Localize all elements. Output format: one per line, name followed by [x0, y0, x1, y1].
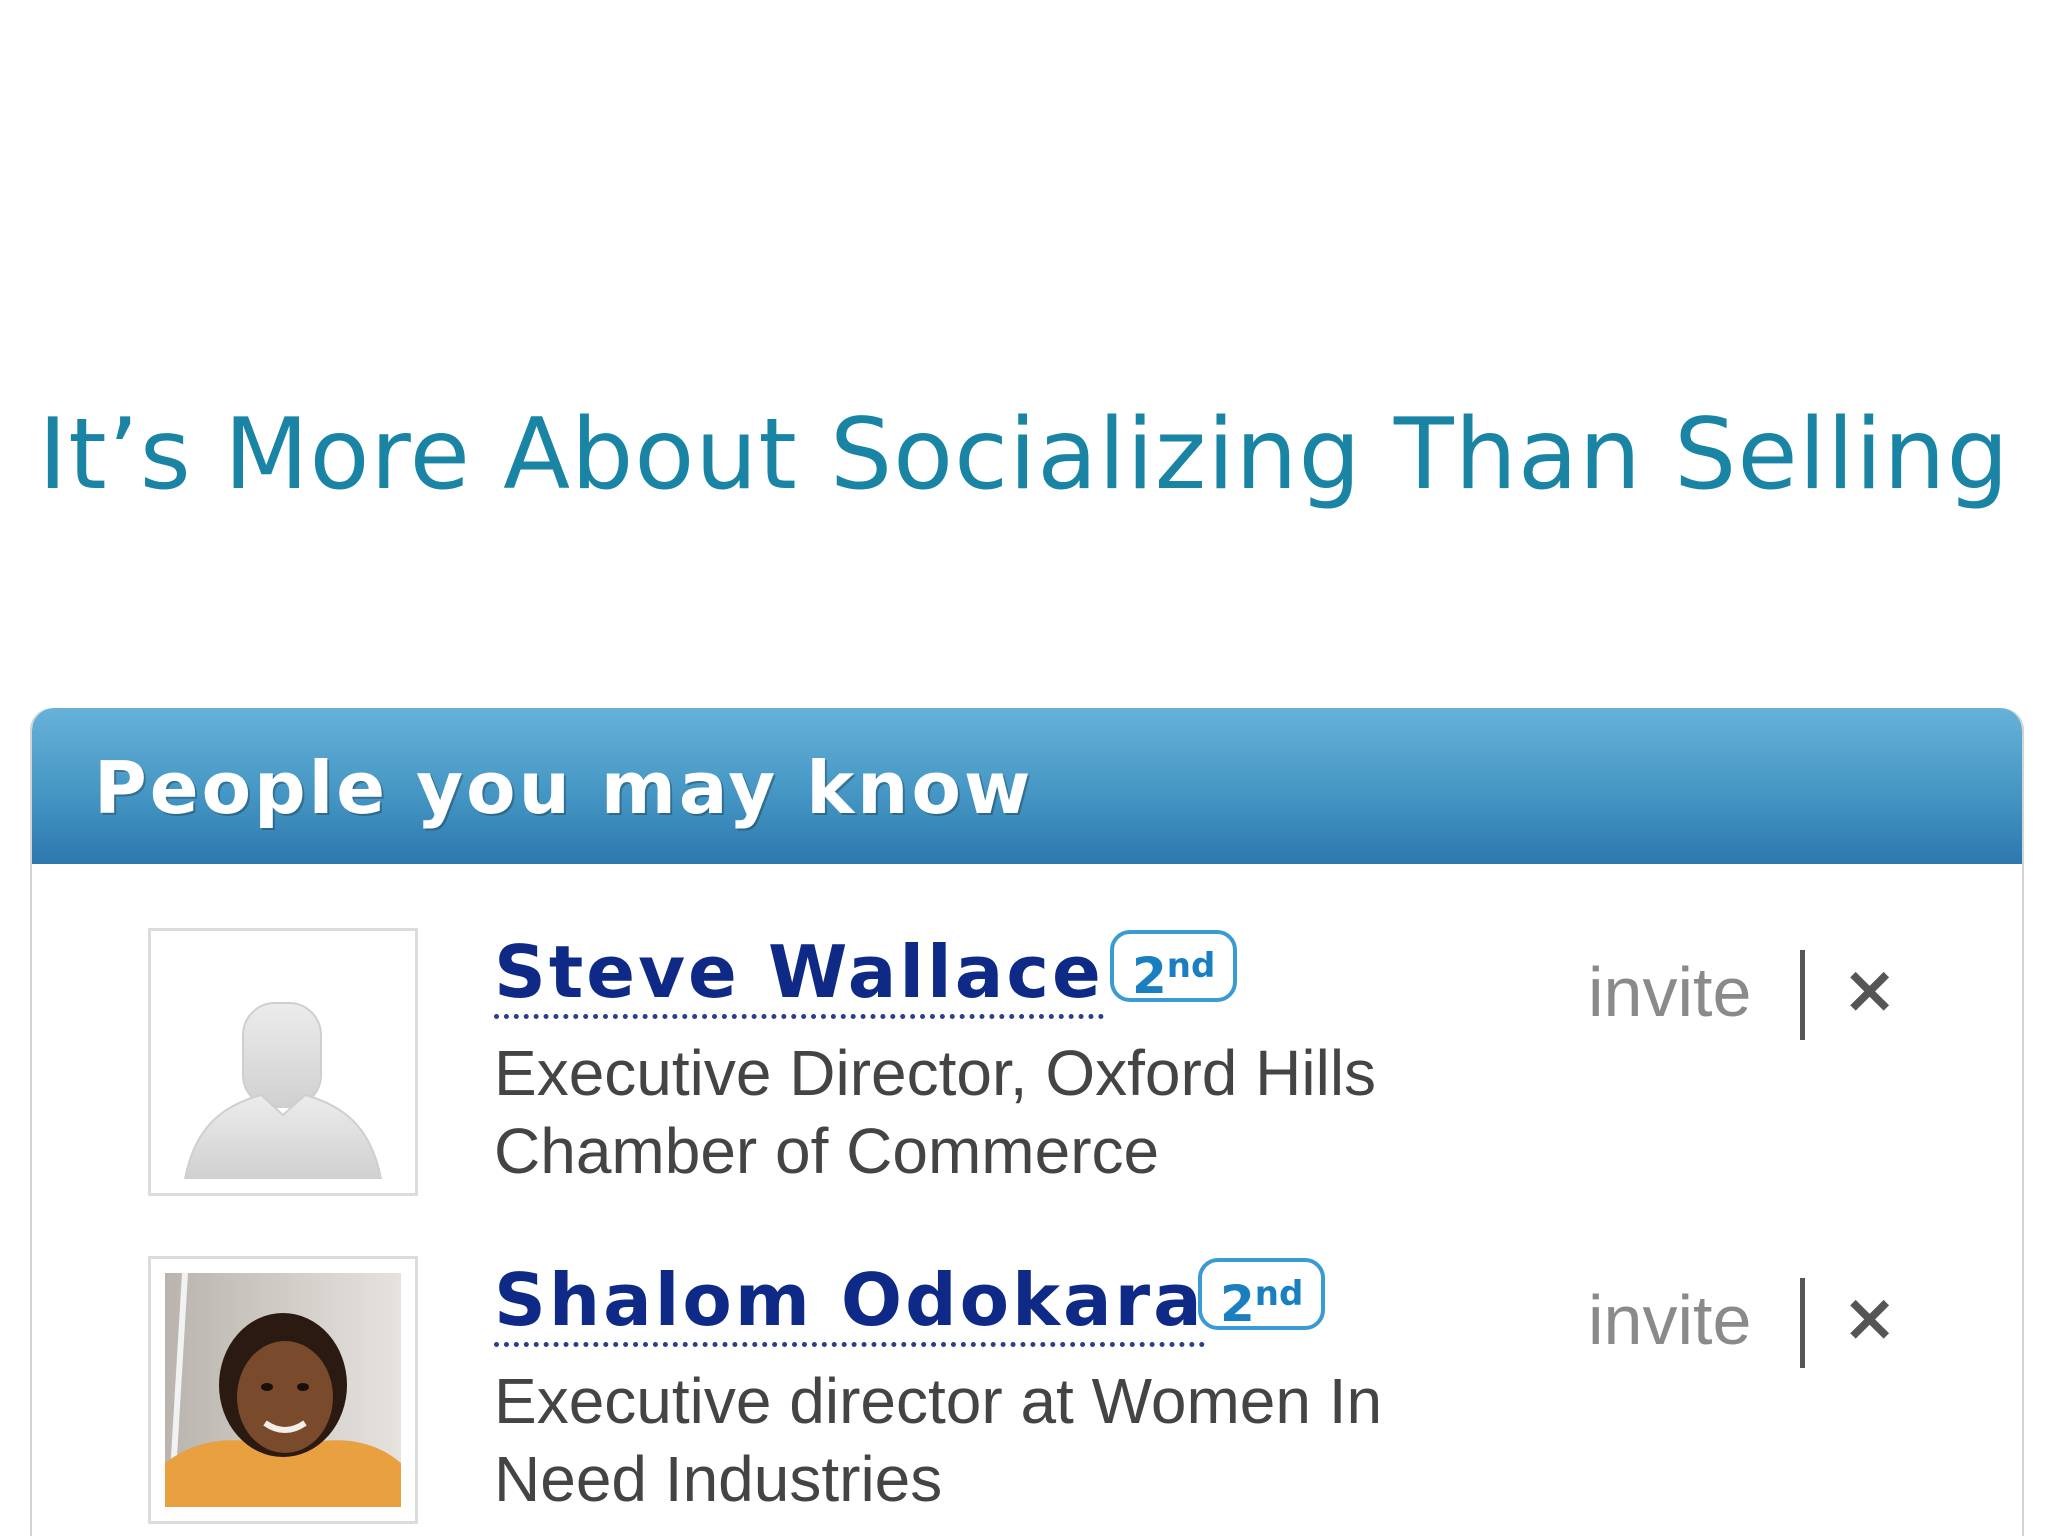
person-headline: Executive director at Women In Need Indu… — [494, 1365, 1383, 1515]
widget-header-title: People you may know — [94, 746, 1034, 830]
profile-photo-icon — [165, 1273, 401, 1507]
person-card: Steve Wallace 2nd Executive Director, Ox… — [32, 928, 2022, 1218]
avatar[interactable] — [148, 1256, 418, 1524]
person-name-link[interactable]: Shalom Odokara — [494, 1260, 1205, 1347]
action-separator — [1800, 950, 1805, 1040]
degree-suffix: nd — [1166, 946, 1216, 986]
avatar[interactable] — [148, 928, 418, 1196]
person-card: Shalom Odokara 2nd Executive director at… — [32, 1256, 2022, 1536]
degree-number: 2 — [1220, 1275, 1255, 1333]
dismiss-close-icon[interactable]: × — [1842, 950, 1897, 1030]
invite-link[interactable]: invite — [1588, 952, 1751, 1032]
dismiss-close-icon[interactable]: × — [1842, 1278, 1897, 1358]
degree-number: 2 — [1132, 947, 1167, 1005]
widget-header: People you may know — [32, 708, 2022, 864]
degree-suffix: nd — [1254, 1274, 1304, 1314]
invite-link[interactable]: invite — [1588, 1280, 1751, 1360]
connection-degree-badge: 2nd — [1110, 930, 1238, 1005]
person-name-link[interactable]: Steve Wallace — [494, 932, 1104, 1019]
people-you-may-know-widget: People you may know Steve Wallace 2nd Ex… — [30, 708, 2024, 1536]
person-headline: Executive Director, Oxford Hills Chamber… — [494, 1037, 1377, 1187]
default-avatar-icon — [165, 945, 401, 1179]
connection-degree-badge: 2nd — [1198, 1258, 1326, 1333]
slide-title: It’s More About Socializing Than Selling — [38, 398, 2010, 512]
action-separator — [1800, 1278, 1805, 1368]
